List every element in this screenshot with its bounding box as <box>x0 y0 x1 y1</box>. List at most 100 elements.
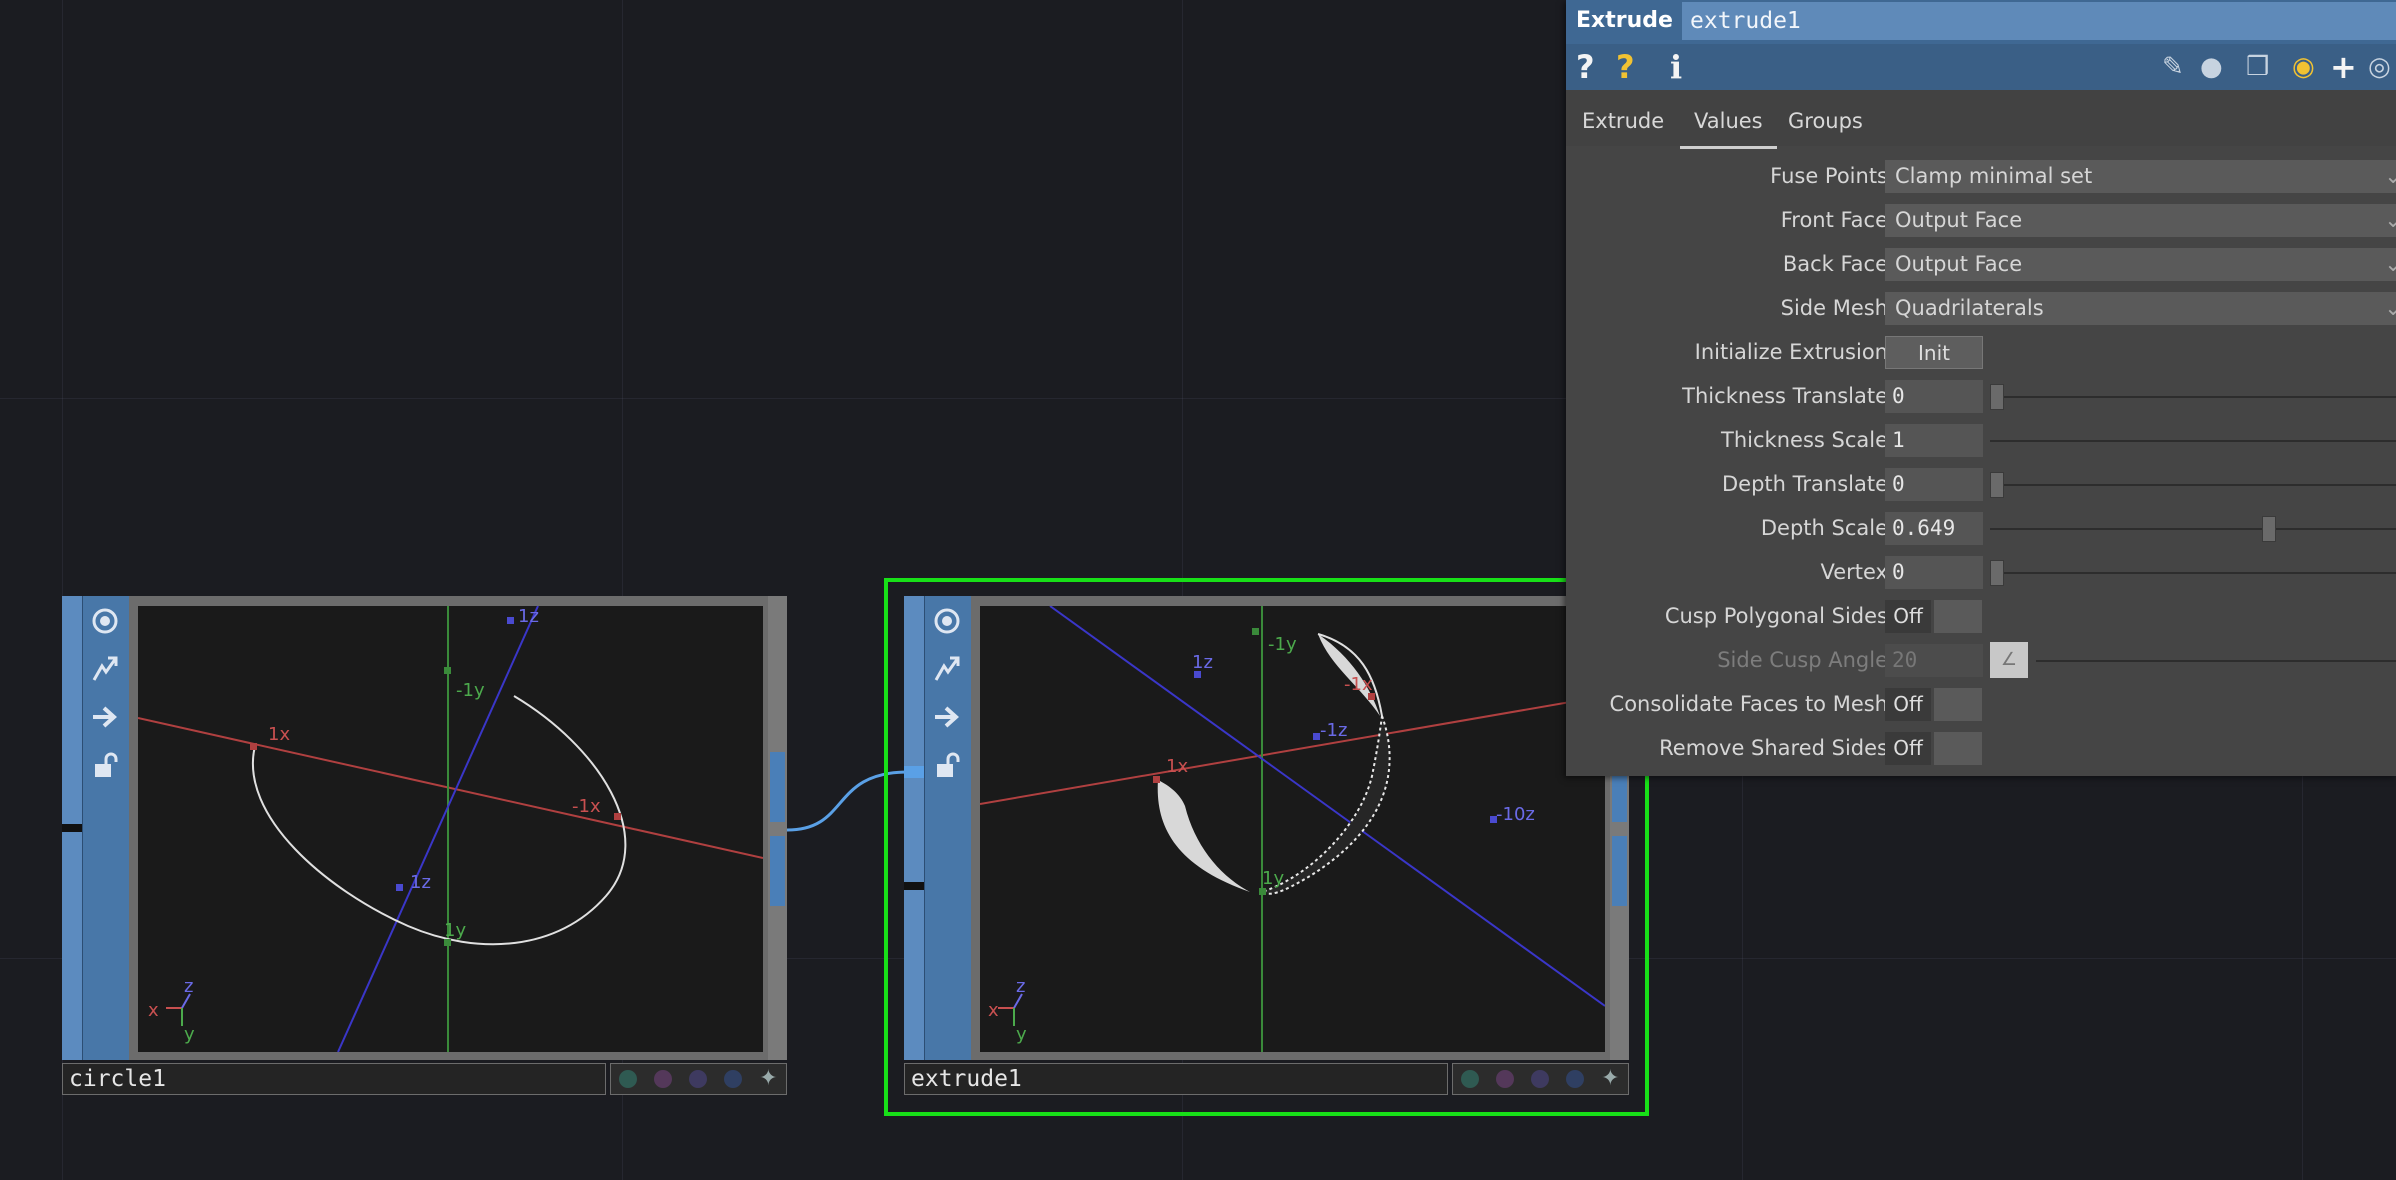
param-label: Fuse Points <box>1770 164 1888 188</box>
render-flag-icon[interactable] <box>928 698 966 736</box>
axis-label: 1z <box>518 606 539 627</box>
axis-label: 1y <box>1262 868 1284 889</box>
cook-dot-icon[interactable] <box>1461 1070 1480 1088</box>
tab-values[interactable]: Values <box>1680 106 1777 149</box>
render-flag-icon[interactable] <box>86 698 124 736</box>
init-button[interactable]: Init <box>1885 336 1983 369</box>
chevron-down-icon: ⌄ <box>2384 208 2396 232</box>
angle-icon: ∠ <box>1990 642 2028 678</box>
thickness-scale-field[interactable]: 1 <box>1885 424 1983 457</box>
node-footer-buttons[interactable]: ✦ <box>1452 1063 1629 1095</box>
input-connector[interactable] <box>62 824 82 832</box>
operator-name-field[interactable]: extrude1 <box>1682 2 2396 40</box>
parameter-tabs: Extrude Values Groups <box>1566 90 2396 149</box>
slider-track[interactable] <box>1990 484 2396 486</box>
template-dot-icon[interactable] <box>1531 1070 1550 1088</box>
param-depth-translate: Depth Translate 0 <box>1566 464 2396 504</box>
python-help-icon[interactable]: ? <box>1616 48 1635 86</box>
toggle-state-label: Off <box>1885 600 1931 633</box>
clone-dot-icon[interactable] <box>724 1070 743 1088</box>
param-label: Side Cusp Angle <box>1717 648 1888 672</box>
lock-flag-icon[interactable] <box>86 746 124 784</box>
param-back-face: Back Face Output Face ⌄ <box>1566 244 2396 284</box>
comment-icon[interactable]: ● <box>2200 48 2223 86</box>
vertex-field[interactable]: 0 <box>1885 556 1983 589</box>
slider-handle[interactable] <box>1990 472 2004 498</box>
output-connector-strip[interactable] <box>768 596 787 1060</box>
slider-track[interactable] <box>1990 396 2396 398</box>
parameter-dialog[interactable]: Extrude extrude1 ? ? i ✎ ● ❒ ◉ + ◎ Extru… <box>1566 0 2396 776</box>
clone-icon[interactable]: ❒ <box>2246 48 2269 86</box>
fuse-points-menu[interactable]: Clamp minimal set ⌄ <box>1885 160 2396 193</box>
display-flag-icon[interactable] <box>86 650 124 688</box>
node-name-label[interactable]: circle1 <box>62 1063 606 1095</box>
lock-flag-icon[interactable] <box>928 746 966 784</box>
slider-track[interactable] <box>1990 528 2396 530</box>
clone-dot-icon[interactable] <box>1566 1070 1585 1088</box>
tab-groups[interactable]: Groups <box>1774 106 1877 146</box>
node-viewer-circle1[interactable]: 1z -1y 1x -1x 1z 1y x z y <box>138 606 763 1052</box>
viewer-flag-icon[interactable] <box>86 602 124 640</box>
node-footer-buttons[interactable]: ✦ <box>610 1063 787 1095</box>
info-icon[interactable]: i <box>1670 48 1682 86</box>
axis-label: -1x <box>572 796 601 817</box>
axis-label: -1x <box>1344 674 1373 695</box>
param-thickness-scale: Thickness Scale 1 <box>1566 420 2396 460</box>
cusp-polygonal-sides-toggle[interactable] <box>1934 600 1982 633</box>
depth-translate-field[interactable]: 0 <box>1885 468 1983 501</box>
side-mesh-menu[interactable]: Quadrilaterals ⌄ <box>1885 292 2396 325</box>
slider-handle[interactable] <box>2262 516 2276 542</box>
param-fuse-points: Fuse Points Clamp minimal set ⌄ <box>1566 156 2396 196</box>
display-flag-icon[interactable] <box>928 650 966 688</box>
bypass-dot-icon[interactable] <box>654 1070 673 1088</box>
gizmo-x: x <box>988 1000 999 1021</box>
parameter-title-bar[interactable]: Extrude extrude1 <box>1566 0 2396 44</box>
pin-icon[interactable]: ✦ <box>759 1068 777 1090</box>
axis-label: 1y <box>444 920 466 941</box>
axis-label: -10z <box>1496 804 1535 825</box>
param-side-cusp-angle: Side Cusp Angle 20 ∠ <box>1566 640 2396 680</box>
axis-label: 1z <box>1192 652 1213 673</box>
axis-label: 1x <box>268 724 290 745</box>
param-consolidate-faces: Consolidate Faces to Mesh Off <box>1566 684 2396 724</box>
template-dot-icon[interactable] <box>689 1070 708 1088</box>
help-icon[interactable]: ? <box>1576 48 1595 86</box>
remove-shared-sides-toggle[interactable] <box>1934 732 1982 765</box>
input-connector[interactable] <box>904 766 924 778</box>
python-icon[interactable]: ◉ <box>2292 48 2315 86</box>
viewer-flag-icon[interactable] <box>928 602 966 640</box>
add-icon[interactable]: + <box>2330 48 2357 86</box>
edit-icon[interactable]: ✎ <box>2162 48 2184 86</box>
depth-scale-field[interactable]: 0.649 <box>1885 512 1983 545</box>
pin-icon[interactable]: ✦ <box>1601 1068 1619 1090</box>
side-cusp-angle-field: 20 <box>1885 644 1983 677</box>
axis-label: -1y <box>456 680 485 701</box>
slider-track[interactable] <box>1990 440 2396 442</box>
output-connector[interactable] <box>770 836 785 906</box>
output-connector[interactable] <box>1612 836 1627 906</box>
tab-extrude[interactable]: Extrude <box>1568 106 1678 146</box>
param-thickness-translate: Thickness Translate 0 <box>1566 376 2396 416</box>
slider-handle[interactable] <box>1990 384 2004 410</box>
param-label: Depth Scale <box>1760 516 1888 540</box>
thickness-translate-field[interactable]: 0 <box>1885 380 1983 413</box>
node-flags-sidebar <box>62 596 129 1060</box>
param-label: Consolidate Faces to Mesh <box>1609 692 1888 716</box>
gizmo-y: y <box>1016 1024 1027 1045</box>
node-name-label[interactable]: extrude1 <box>904 1063 1448 1095</box>
viewer-icon[interactable]: ◎ <box>2368 48 2391 86</box>
consolidate-faces-toggle[interactable] <box>1934 688 1982 721</box>
node-viewer-extrude1[interactable]: -1y 1z -1x 1x -1z 1y -10z x z y <box>980 606 1605 1052</box>
param-depth-scale: Depth Scale 0.649 <box>1566 508 2396 548</box>
bypass-dot-icon[interactable] <box>1496 1070 1515 1088</box>
gizmo-y: y <box>184 1024 195 1045</box>
param-label: Vertex <box>1820 560 1888 584</box>
slider-track[interactable] <box>1990 572 2396 574</box>
param-label: Initialize Extrusion <box>1694 340 1888 364</box>
back-face-menu[interactable]: Output Face ⌄ <box>1885 248 2396 281</box>
front-face-menu[interactable]: Output Face ⌄ <box>1885 204 2396 237</box>
parameter-toolbar: ? ? i ✎ ● ❒ ◉ + ◎ <box>1566 44 2396 90</box>
slider-handle[interactable] <box>1990 560 2004 586</box>
node-flags-sidebar <box>904 596 971 1060</box>
cook-dot-icon[interactable] <box>619 1070 638 1088</box>
